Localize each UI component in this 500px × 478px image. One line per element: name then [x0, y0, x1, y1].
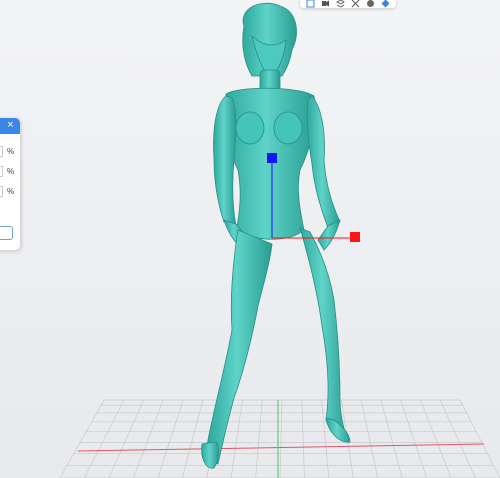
gizmo-z-handle[interactable]: [267, 153, 277, 163]
grid-line: [439, 399, 476, 478]
cut-view-icon[interactable]: [350, 0, 361, 9]
grid-line: [133, 399, 164, 478]
apply-button[interactable]: [0, 226, 13, 240]
scale-y-unit: %: [7, 167, 15, 176]
material-icon[interactable]: [380, 0, 391, 9]
scale-row-y: %: [0, 166, 20, 178]
scale-y-input[interactable]: [0, 166, 3, 177]
grid-line: [181, 399, 204, 478]
grid-line: [59, 399, 105, 478]
grid-line: [84, 399, 125, 478]
grid-line: [400, 399, 427, 478]
shading-sphere-icon[interactable]: [365, 0, 376, 9]
build-plate-grid: [59, 399, 500, 478]
grid-line: [301, 399, 305, 478]
scale-x-input[interactable]: [0, 146, 3, 157]
scale-z-unit: %: [7, 187, 15, 196]
scale-z-input[interactable]: [0, 186, 3, 197]
figure-model[interactable]: [201, 2, 351, 469]
view-toolbar: [300, 0, 396, 8]
close-icon[interactable]: ×: [5, 120, 16, 131]
3d-viewport[interactable]: × % % %: [0, 0, 500, 478]
grid-line: [108, 399, 144, 478]
panel-header: ×: [0, 118, 20, 134]
scale-row-x: %: [0, 146, 20, 158]
grid-line: [230, 399, 243, 478]
scale-panel: × % % %: [0, 118, 20, 250]
scale-x-unit: %: [7, 147, 15, 156]
grid-line: [157, 399, 184, 478]
scale-row-z: %: [0, 186, 20, 198]
grid-line: [279, 399, 283, 478]
grid-line: [360, 399, 379, 478]
view-cube-icon[interactable]: [305, 0, 316, 9]
scene-canvas[interactable]: [0, 0, 500, 478]
grid-line: [420, 399, 452, 478]
camera-view-icon[interactable]: [320, 0, 331, 9]
grid-line: [459, 399, 500, 478]
grid-line: [380, 399, 403, 478]
layers-icon[interactable]: [335, 0, 346, 9]
grid-line: [255, 399, 263, 478]
gizmo-x-handle[interactable]: [350, 232, 360, 242]
